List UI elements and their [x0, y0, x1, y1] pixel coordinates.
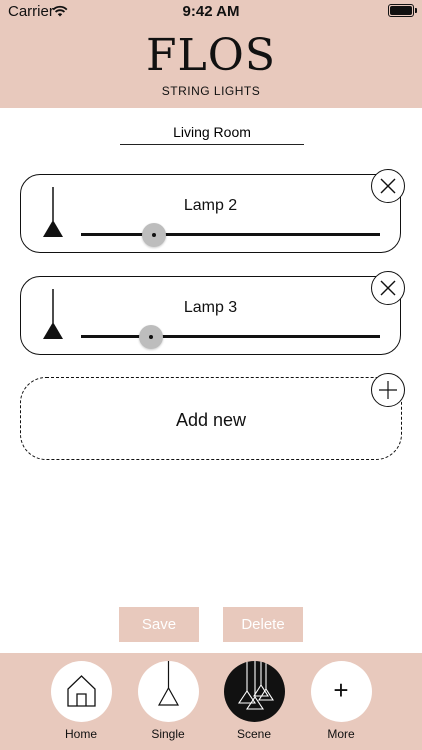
add-lamp-button[interactable]: [371, 373, 405, 407]
delete-button[interactable]: Delete: [223, 607, 303, 642]
tab-home[interactable]: Home: [49, 661, 113, 741]
brand-subtitle: STRING LIGHTS: [161, 84, 261, 98]
tab-scene[interactable]: Scene: [222, 661, 286, 741]
tab-single[interactable]: Single: [136, 661, 200, 741]
lamp-name: Lamp 3: [183, 299, 238, 316]
save-button[interactable]: Save: [119, 607, 199, 642]
tab-label: Scene: [236, 727, 272, 741]
pendant-lamp-icon: [41, 187, 65, 244]
add-lamp-card[interactable]: Add new: [20, 377, 402, 460]
tab-bar: Home Single Scene + More: [0, 653, 422, 750]
remove-lamp-button[interactable]: [371, 271, 405, 305]
tab-label: Single: [151, 727, 185, 741]
plus-icon: +: [333, 675, 349, 705]
plus-icon: [379, 381, 397, 399]
pendant-lamp-icon: [41, 289, 65, 346]
close-icon: [380, 280, 396, 296]
brightness-slider[interactable]: [81, 233, 380, 236]
close-icon: [380, 178, 396, 194]
lamp-card: Lamp 2: [20, 174, 401, 253]
lamp-name: Lamp 2: [183, 197, 238, 214]
pendant-lamp-icon: [157, 661, 179, 706]
status-bar: Carrier 9:42 AM: [0, 0, 422, 24]
brightness-slider[interactable]: [81, 335, 380, 338]
remove-lamp-button[interactable]: [371, 169, 405, 203]
add-new-label: Add new: [175, 410, 247, 430]
lamp-cluster-icon: [237, 661, 274, 710]
tab-home-circle: [50, 661, 112, 722]
brightness-slider-thumb[interactable]: [139, 325, 163, 349]
room-name-field[interactable]: [120, 120, 304, 145]
house-icon: [66, 675, 96, 707]
tab-label: More: [327, 727, 355, 741]
brand-logo: FLOS: [146, 30, 276, 81]
tab-more[interactable]: + More: [309, 661, 373, 741]
status-time: 9:42 AM: [182, 3, 240, 20]
brightness-slider-thumb[interactable]: [142, 223, 166, 247]
tab-label: Home: [64, 727, 97, 741]
battery-icon: [388, 4, 417, 17]
tab-single-circle: [137, 661, 199, 722]
app-header: Carrier 9:42 AM FLOS STRING LIGHTS: [0, 0, 422, 108]
tab-scene-circle: [223, 661, 285, 722]
lamp-card: Lamp 3: [20, 276, 401, 355]
tab-more-circle: +: [310, 661, 372, 722]
